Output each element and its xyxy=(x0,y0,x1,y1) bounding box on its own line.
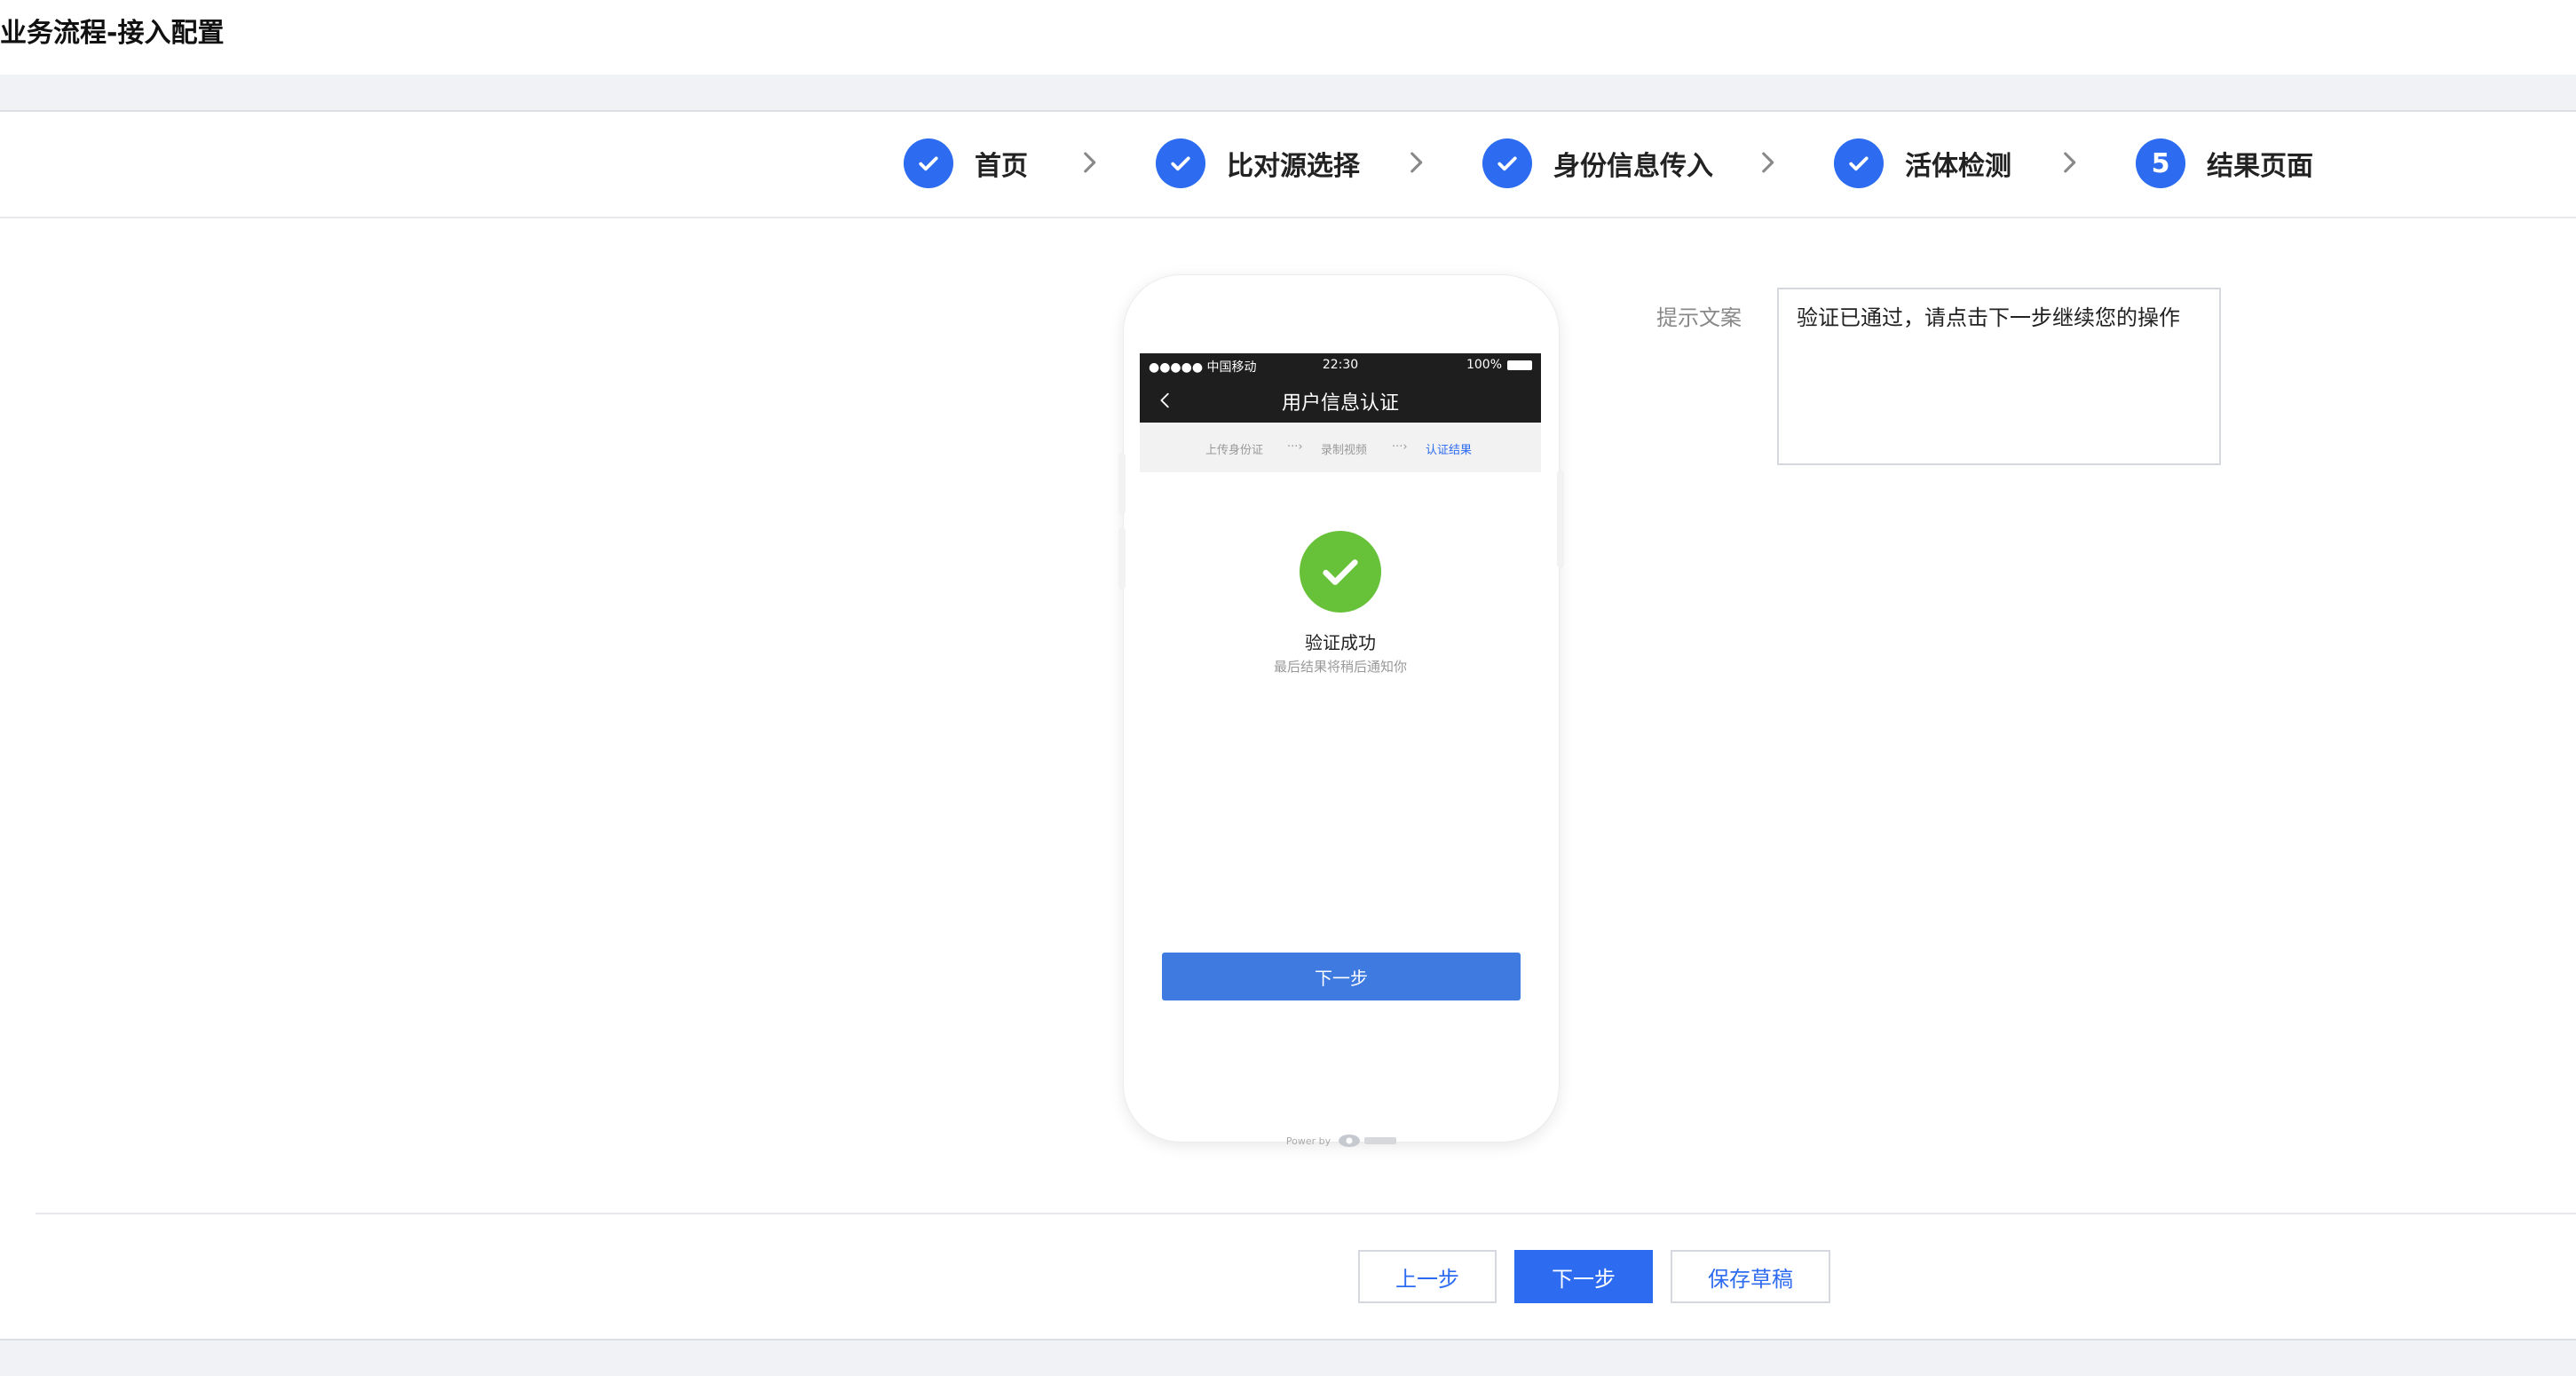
step-compare-source[interactable]: 比对源选择 xyxy=(1156,137,1360,190)
success-title: 验证成功 xyxy=(1305,632,1376,653)
battery-status: 100% xyxy=(1466,358,1532,372)
phone-side-button xyxy=(1557,471,1564,568)
mini-step-upload: 上传身份证 xyxy=(1205,444,1264,457)
mini-step-result: 认证结果 xyxy=(1426,444,1473,457)
brand-logo-icon xyxy=(1338,1133,1361,1149)
powered-by-row: Power by xyxy=(1124,1133,1559,1149)
step-home[interactable]: 首页 xyxy=(904,137,1028,190)
chevron-right-icon xyxy=(1752,147,1782,178)
step-label: 结果页面 xyxy=(2207,151,2313,182)
check-icon xyxy=(1834,138,1884,188)
next-step-button[interactable]: 下一步 xyxy=(1514,1250,1653,1303)
bottom-divider xyxy=(36,1213,2576,1214)
check-icon xyxy=(904,138,953,188)
battery-percent: 100% xyxy=(1466,358,1502,372)
top-header: 业务流程-接入配置 xyxy=(0,0,2576,75)
phone-next-button[interactable]: 下一步 xyxy=(1162,953,1521,1000)
step-label: 比对源选择 xyxy=(1227,151,1360,182)
status-bar: ●●●●● 中国移动 22:30 100% xyxy=(1140,353,1541,378)
check-icon xyxy=(1156,138,1205,188)
powered-by-text: Power by xyxy=(1285,1135,1331,1147)
page-title: 业务流程-接入配置 xyxy=(0,18,225,49)
prompt-textarea[interactable]: 验证已通过，请点击下一步继续您的操作 xyxy=(1777,288,2221,465)
mini-step-record: 录制视频 xyxy=(1321,444,1368,457)
step-identity-input[interactable]: 身份信息传入 xyxy=(1482,137,1713,190)
phone-nav-bar: 用户信息认证 xyxy=(1140,378,1541,423)
save-draft-button[interactable]: 保存草稿 xyxy=(1671,1250,1830,1303)
prev-step-button[interactable]: 上一步 xyxy=(1358,1250,1497,1303)
phone-mini-steps: 上传身份证 ···› 录制视频 ···› 认证结果 xyxy=(1140,423,1541,472)
success-check-icon xyxy=(1300,531,1381,613)
step-result-page[interactable]: 5 结果页面 xyxy=(2136,137,2313,190)
mini-step-arrow: ···› xyxy=(1287,440,1303,454)
check-icon xyxy=(1482,138,1532,188)
phone-mockup: ●●●●● 中国移动 22:30 100% 用户信息认证 上传身份证 ···› … xyxy=(1118,275,1564,1147)
main-card: 首页 比对源选择 身份信息传入 活体检测 5 结果页面 ●●●●● 中国移动 2… xyxy=(0,110,2576,1340)
step-label: 活体检测 xyxy=(1905,151,2011,182)
step-number: 5 xyxy=(2136,138,2185,188)
chevron-right-icon xyxy=(1401,147,1431,178)
mini-step-arrow: ···› xyxy=(1392,440,1408,454)
phone-side-button xyxy=(1118,453,1126,515)
step-label: 身份信息传入 xyxy=(1553,151,1713,182)
brand-logo-mark xyxy=(1364,1137,1397,1144)
success-subtitle: 最后结果将稍后通知你 xyxy=(1273,659,1407,675)
chevron-right-icon xyxy=(1074,147,1104,178)
step-label: 首页 xyxy=(975,151,1028,182)
step-liveness[interactable]: 活体检测 xyxy=(1834,137,2011,190)
step-bar: 首页 比对源选择 身份信息传入 活体检测 5 结果页面 xyxy=(0,112,2576,218)
battery-icon xyxy=(1507,360,1532,370)
phone-nav-title: 用户信息认证 xyxy=(1281,392,1399,415)
prompt-label: 提示文案 xyxy=(1656,305,1742,330)
chevron-right-icon xyxy=(2054,147,2084,178)
phone-side-button xyxy=(1118,527,1126,589)
